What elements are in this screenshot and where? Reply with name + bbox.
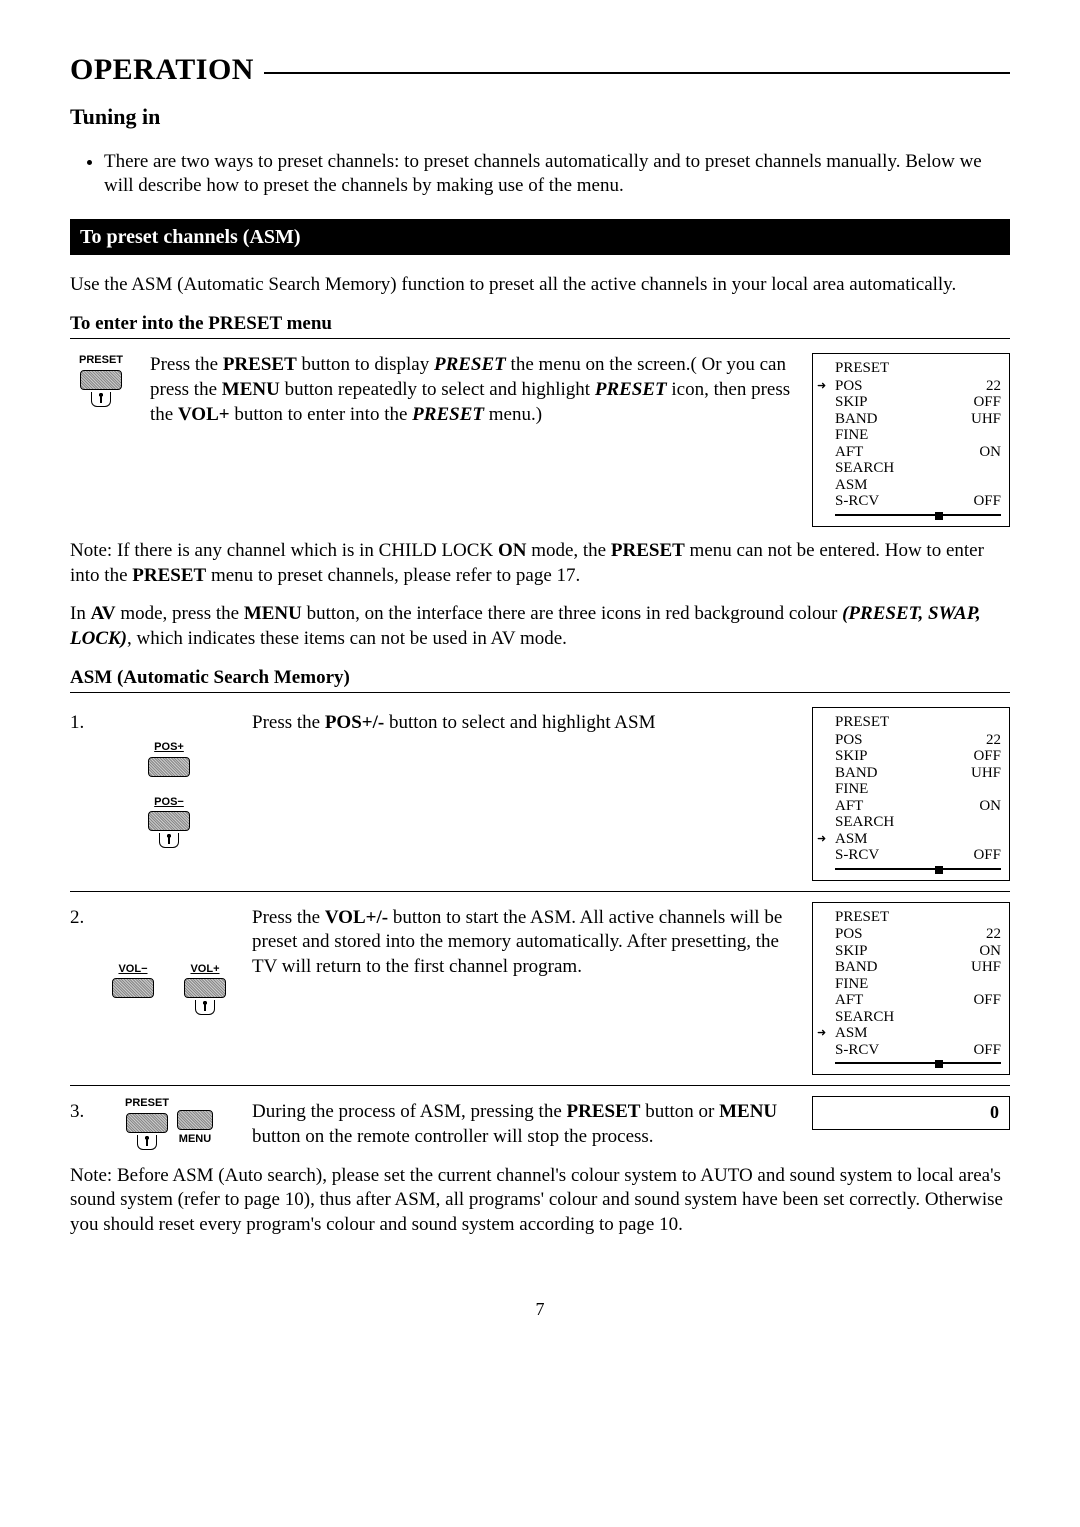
osd-menu-3: PRESETPOS22SKIPONBANDUHFFINEAFTOFFSEARCH… [812, 902, 1010, 1076]
pos-buttons-icon: POS+ POS− [104, 707, 234, 881]
divider [70, 692, 1010, 693]
remote-button-icon [184, 978, 226, 998]
remote-button-icon [80, 370, 122, 390]
step-number: 1. [70, 707, 86, 881]
black-bar-heading: To preset channels (ASM) [70, 219, 1010, 255]
finger-icon [137, 1135, 157, 1150]
finger-icon [195, 1000, 215, 1015]
note-before-asm: Note: Before ASM (Auto search), please s… [70, 1164, 1010, 1238]
finger-icon [91, 392, 111, 407]
divider [70, 891, 1010, 892]
subsection-title: Tuning in [70, 103, 1010, 132]
enter-heading: To enter into the PRESET menu [70, 312, 1010, 337]
step-1: 1. POS+ POS− Press the POS+/- button to … [70, 707, 1010, 881]
step-2: 2. VOL− VOL+ Press the VOL+/- button to … [70, 902, 1010, 1076]
asm-heading: ASM (Automatic Search Memory) [70, 666, 1010, 691]
divider [70, 338, 1010, 339]
press-preset-text: Press the PRESET button to display PRESE… [150, 353, 794, 527]
page-title: OPERATION [70, 50, 254, 89]
remote-button-icon [112, 978, 154, 998]
press-preset-row: PRESET Press the PRESET button to displa… [70, 353, 1010, 527]
step-3: 3. PRESET MENU During the process of ASM… [70, 1096, 1010, 1149]
intro-list: There are two ways to preset channels: t… [70, 150, 1010, 199]
osd-menu-4: 0 [812, 1096, 1010, 1149]
remote-button-icon [177, 1110, 213, 1130]
osd-single-value: 0 [812, 1096, 1010, 1130]
preset-label: PRESET [79, 353, 123, 367]
remote-button-icon [148, 811, 190, 831]
remote-button-icon [126, 1113, 168, 1133]
step-number: 3. [70, 1096, 86, 1149]
preset-button-icon: PRESET [70, 353, 132, 527]
remote-button-icon [148, 757, 190, 777]
page-number: 7 [70, 1298, 1010, 1321]
osd-menu-1: PRESETPOS22SKIPOFFBANDUHFFINEAFTONSEARCH… [812, 353, 1010, 527]
osd-menu-2: PRESETPOS22SKIPOFFBANDUHFFINEAFTONSEARCH… [812, 707, 1010, 881]
step-1-text: Press the POS+/- button to select and hi… [252, 707, 794, 881]
intro-bullet: There are two ways to preset channels: t… [104, 150, 1010, 199]
asm-intro: Use the ASM (Automatic Search Memory) fu… [70, 273, 1010, 298]
note-childlock: Note: If there is any channel which is i… [70, 539, 1010, 588]
section-header: OPERATION [70, 50, 1010, 89]
av-mode-note: In AV mode, press the MENU button, on th… [70, 602, 1010, 651]
header-rule [264, 72, 1010, 74]
step-2-text: Press the VOL+/- button to start the ASM… [252, 902, 794, 1076]
step-3-text: During the process of ASM, pressing the … [252, 1096, 794, 1149]
finger-icon [159, 833, 179, 848]
divider [70, 1085, 1010, 1086]
step-number: 2. [70, 902, 86, 1076]
preset-menu-buttons-icon: PRESET MENU [104, 1096, 234, 1149]
vol-buttons-icon: VOL− VOL+ [104, 902, 234, 1076]
